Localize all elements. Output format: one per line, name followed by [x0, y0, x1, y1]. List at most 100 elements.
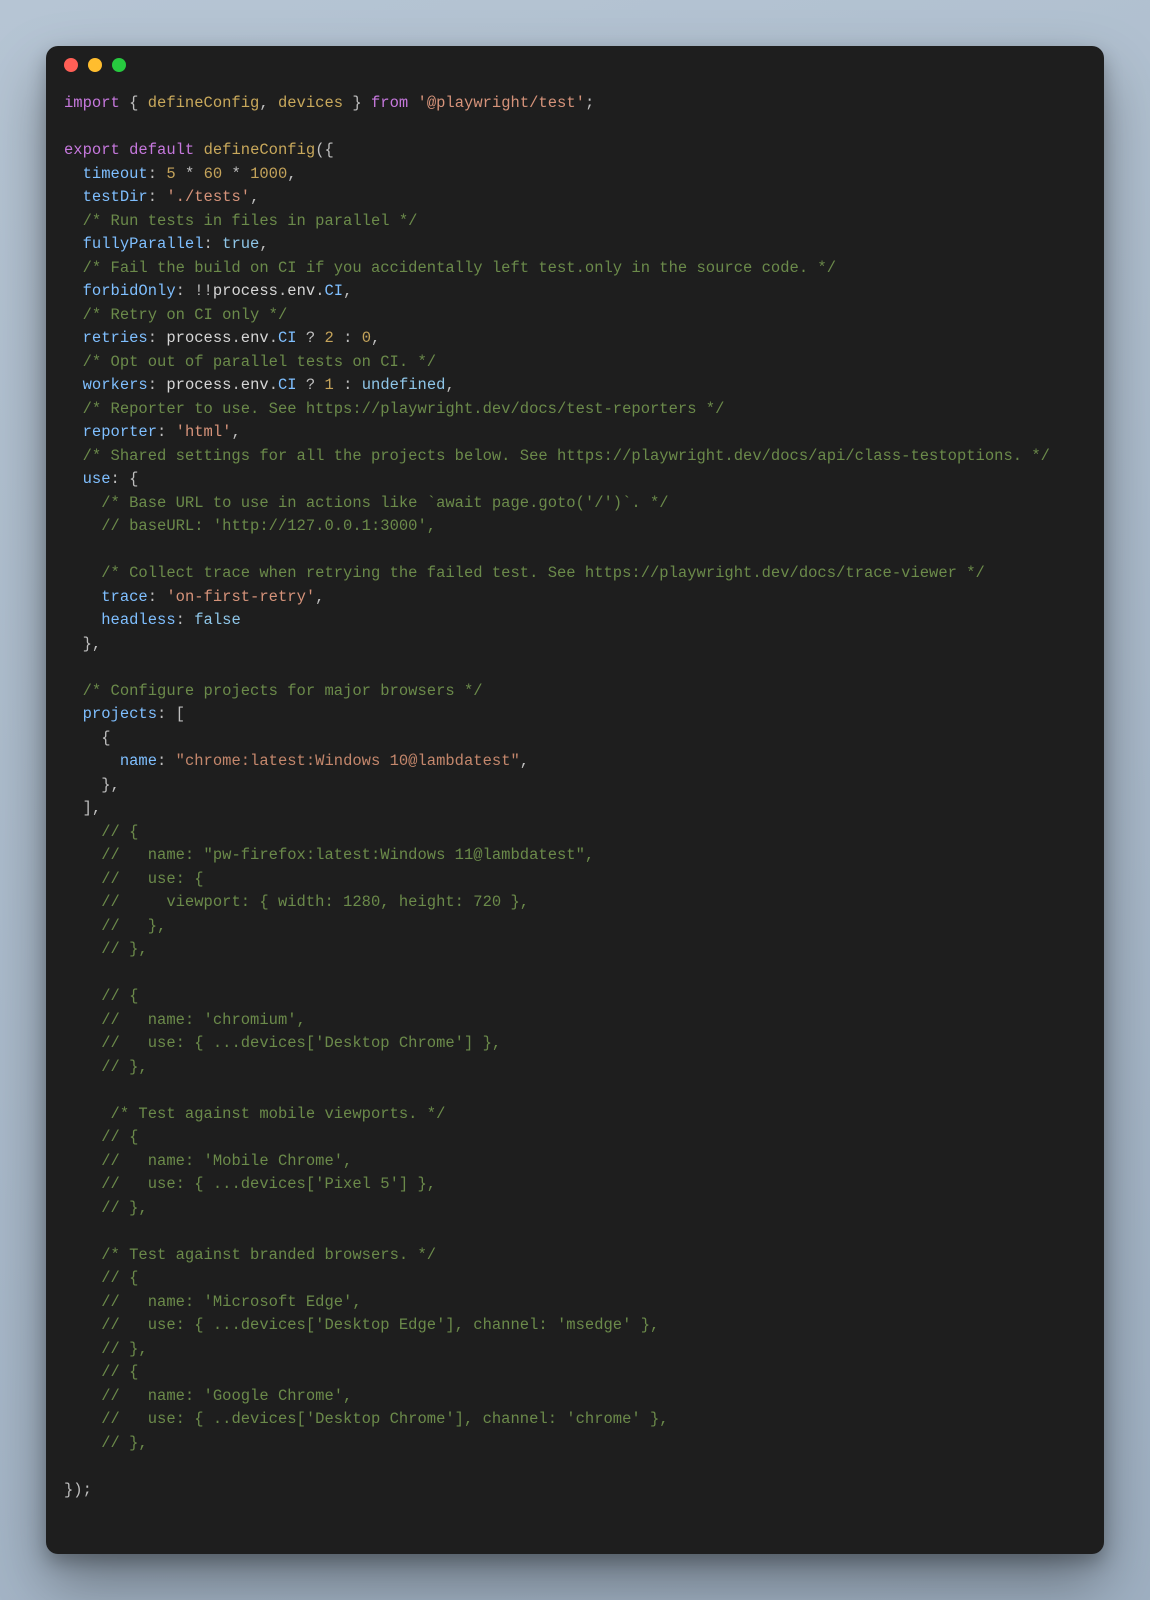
code-token-punct: . [269, 329, 278, 347]
code-line: fullyParallel: true, [64, 233, 1086, 257]
code-token-punct: : [157, 752, 176, 770]
code-token-ident: env [241, 329, 269, 347]
code-token-ident: env [287, 282, 315, 300]
code-token-prop: headless [101, 611, 175, 629]
code-line: workers: process.env.CI ? 1 : undefined, [64, 374, 1086, 398]
code-token-punct [64, 611, 101, 629]
code-token-comment: // viewport: { width: 1280, height: 720 … [101, 893, 529, 911]
code-token-prop: fullyParallel [83, 235, 204, 253]
code-token-punct: { [64, 729, 111, 747]
code-token-punct [64, 423, 83, 441]
code-token-comment: // { [101, 823, 138, 841]
code-token-punct [64, 165, 83, 183]
code-line: // { [64, 821, 1086, 845]
code-token-punct [64, 376, 83, 394]
code-token-str: './tests' [166, 188, 250, 206]
code-line: use: { [64, 468, 1086, 492]
desktop-background: import { defineConfig, devices } from '@… [0, 0, 1150, 1600]
code-token-comment: // use: { ...devices['Desktop Edge'], ch… [101, 1316, 659, 1334]
code-token-punct [64, 1269, 101, 1287]
code-line: forbidOnly: !!process.env.CI, [64, 280, 1086, 304]
code-token-prop: projects [83, 705, 157, 723]
code-line: import { defineConfig, devices } from '@… [64, 92, 1086, 116]
code-line: // name: "pw-firefox:latest:Windows 11@l… [64, 844, 1086, 868]
code-line: }, [64, 633, 1086, 657]
code-token-prop: trace [101, 588, 148, 606]
code-token-punct [64, 306, 83, 324]
code-token-punct: . [315, 282, 324, 300]
code-token-fn: defineConfig [204, 141, 316, 159]
code-line: // { [64, 1126, 1086, 1150]
code-token-punct: ({ [315, 141, 334, 159]
code-line: headless: false [64, 609, 1086, 633]
code-token-comment: /* Collect trace when retrying the faile… [101, 564, 985, 582]
code-line: /* Retry on CI only */ [64, 304, 1086, 328]
code-line [64, 1455, 1086, 1479]
code-token-punct: , [287, 165, 296, 183]
code-token-punct [64, 329, 83, 347]
code-line: // name: 'chromium', [64, 1009, 1086, 1033]
code-token-comment: // }, [101, 1199, 148, 1217]
code-line: // name: 'Google Chrome', [64, 1385, 1086, 1409]
code-token-punct [408, 94, 417, 112]
code-token-punct [64, 353, 83, 371]
code-token-punct: ? [297, 329, 325, 347]
window-maximize-icon[interactable] [112, 58, 126, 72]
code-line [64, 116, 1086, 140]
code-token-comment: /* Configure projects for major browsers… [83, 682, 483, 700]
code-token-num: 1 [325, 376, 334, 394]
code-token-fn: defineConfig [148, 94, 260, 112]
code-token-env: CI [325, 282, 344, 300]
code-token-punct [64, 823, 101, 841]
code-line: ], [64, 797, 1086, 821]
code-line [64, 539, 1086, 563]
code-line: // use: { ...devices['Pixel 5'] }, [64, 1173, 1086, 1197]
code-token-punct: * [222, 165, 250, 183]
code-token-str2: "chrome:latest:Windows 10@lambdatest" [176, 752, 520, 770]
code-token-bool: undefined [362, 376, 446, 394]
code-line: // use: { ...devices['Desktop Chrome'] }… [64, 1032, 1086, 1056]
code-token-punct: : [148, 165, 167, 183]
code-token-punct [64, 870, 101, 888]
code-token-punct: : [334, 376, 362, 394]
code-line: /* Test against branded browsers. */ [64, 1244, 1086, 1268]
code-token-comment: /* Opt out of parallel tests on CI. */ [83, 353, 436, 371]
code-token-punct [64, 400, 83, 418]
code-line [64, 656, 1086, 680]
code-token-punct [64, 1246, 101, 1264]
code-token-punct: : [334, 329, 362, 347]
code-token-comment: // { [101, 1128, 138, 1146]
code-token-punct [64, 1387, 101, 1405]
code-line: reporter: 'html', [64, 421, 1086, 445]
code-token-punct [64, 846, 101, 864]
code-editor-content[interactable]: import { defineConfig, devices } from '@… [46, 84, 1104, 1554]
code-token-comment: /* Test against branded browsers. */ [101, 1246, 436, 1264]
code-token-comment: // use: { ...devices['Pixel 5'] }, [101, 1175, 436, 1193]
code-token-punct [64, 893, 101, 911]
code-token-str: 'on-first-retry' [166, 588, 315, 606]
code-token-ident: process [166, 329, 231, 347]
code-line: }); [64, 1479, 1086, 1503]
code-line: // }, [64, 1338, 1086, 1362]
code-token-punct [64, 564, 101, 582]
code-token-punct: . [231, 376, 240, 394]
window-minimize-icon[interactable] [88, 58, 102, 72]
code-token-punct: ], [64, 799, 101, 817]
code-token-punct [120, 141, 129, 159]
code-token-comment: // name: 'Mobile Chrome', [101, 1152, 352, 1170]
code-token-bool: true [222, 235, 259, 253]
code-line: // }, [64, 915, 1086, 939]
code-token-punct: ? [297, 376, 325, 394]
code-token-punct: . [269, 376, 278, 394]
code-token-fn: devices [278, 94, 343, 112]
code-token-punct [64, 1199, 101, 1217]
window-close-icon[interactable] [64, 58, 78, 72]
code-token-punct: : [148, 588, 167, 606]
code-token-punct [64, 1152, 101, 1170]
code-token-punct [64, 940, 101, 958]
code-line [64, 962, 1086, 986]
code-token-punct: , [445, 376, 454, 394]
code-token-punct [64, 1128, 101, 1146]
code-token-punct: * [176, 165, 204, 183]
code-token-comment: /* Run tests in files in parallel */ [83, 212, 418, 230]
